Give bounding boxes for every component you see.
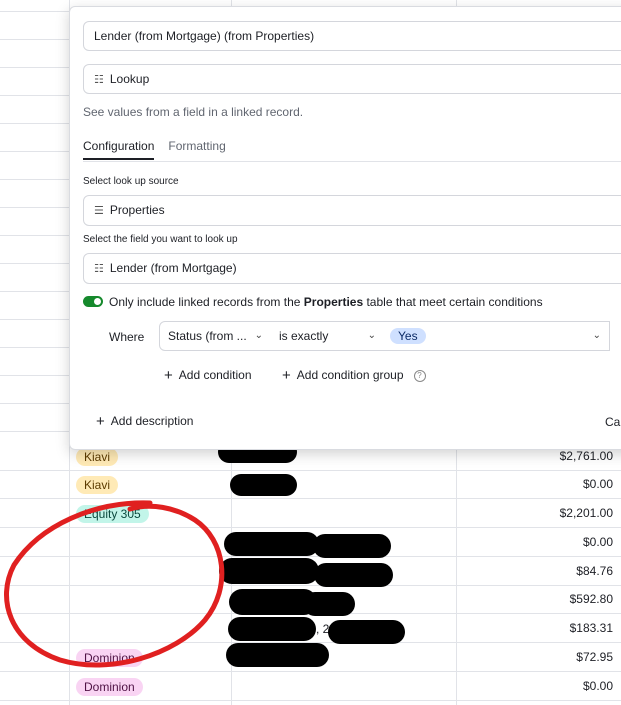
redaction-mark — [303, 592, 355, 616]
field-type-select[interactable]: ☷ Lookup — [83, 64, 621, 94]
add-condition-label: Add condition — [178, 368, 252, 382]
redaction-mark — [313, 534, 391, 558]
lookup-icon: ☷ — [94, 74, 104, 86]
amount-cell: $72.95 — [576, 650, 613, 664]
add-condition-button[interactable]: + Add condition — [164, 367, 252, 384]
lookup-field-label: Select the field you want to look up — [83, 234, 238, 245]
cancel-button[interactable]: Car — [605, 415, 621, 429]
amount-cell: $0.00 — [582, 477, 613, 491]
redaction-mark — [328, 620, 405, 644]
add-condition-group-button[interactable]: + Add condition group? — [282, 367, 426, 384]
filter-operator-value: is exactly — [279, 329, 329, 343]
conditions-suffix: table that meet certain conditions — [366, 295, 543, 309]
filter-value-pill: Yes — [390, 328, 426, 344]
conditions-text: Only include linked records from the Pro… — [109, 295, 543, 309]
redaction-mark — [228, 617, 316, 641]
amount-cell: $0.00 — [582, 679, 613, 693]
plus-icon: + — [96, 413, 105, 430]
conditions-prefix: Only include linked records from the — [109, 295, 301, 309]
add-description-button[interactable]: + Add description — [96, 413, 193, 430]
field-config-dialog: Lender (from Mortgage) (from Properties)… — [69, 6, 621, 450]
lender-tag: Dominion — [76, 678, 143, 696]
amount-cell: $84.76 — [576, 564, 613, 578]
annotation-circle — [4, 500, 225, 668]
field-type-label: Lookup — [109, 72, 150, 86]
linked-record-icon: ☰ — [94, 205, 104, 217]
filter-field-select[interactable]: Status (from ... ⌄ — [159, 321, 272, 351]
chevron-down-icon: ⌄ — [367, 330, 376, 341]
amount-cell: $2,761.00 — [559, 449, 613, 463]
field-name-input[interactable]: Lender (from Mortgage) (from Properties) — [83, 21, 621, 51]
filter-value-select[interactable]: Yes ⌄ — [384, 321, 610, 351]
redaction-mark — [314, 563, 393, 587]
amount-cell: $592.80 — [569, 592, 613, 606]
help-icon[interactable]: ? — [413, 369, 426, 382]
tab-configuration[interactable]: Configuration — [83, 139, 155, 160]
amount-cell: $183.31 — [569, 621, 613, 635]
lender-tag: Kiavi — [76, 476, 119, 494]
amount-cell: $0.00 — [582, 535, 613, 549]
add-condition-group-label: Add condition group — [296, 368, 404, 382]
where-label: Where — [109, 330, 145, 344]
add-description-label: Add description — [110, 414, 194, 428]
chevron-down-icon: ⌄ — [592, 330, 601, 341]
tab-formatting[interactable]: Formatting — [168, 139, 225, 158]
amount-cell: $2,201.00 — [559, 506, 613, 520]
source-select[interactable]: ☰ Properties — [83, 195, 621, 226]
lookup-field-select[interactable]: ☷ Lender (from Mortgage) — [83, 253, 621, 284]
lender-tag: Kiavi — [76, 448, 119, 466]
source-label: Select look up source — [83, 176, 179, 187]
source-value: Properties — [109, 203, 165, 217]
plus-icon: + — [282, 367, 291, 384]
redaction-mark — [226, 643, 329, 667]
plus-icon: + — [164, 367, 173, 384]
config-tabs: Configuration Formatting — [83, 139, 240, 160]
lookup-field-value: Lender (from Mortgage) — [109, 261, 237, 275]
conditions-table: Properties — [303, 295, 364, 309]
redaction-mark — [230, 474, 297, 496]
field-type-description: See values from a field in a linked reco… — [83, 105, 304, 119]
chevron-down-icon: ⌄ — [254, 330, 263, 341]
filter-field-value: Status (from ... — [168, 329, 247, 343]
conditions-toggle[interactable] — [83, 296, 103, 307]
filter-operator-select[interactable]: is exactly ⌄ — [271, 321, 385, 351]
lookup-icon: ☷ — [94, 263, 104, 275]
tabs-divider — [83, 161, 621, 162]
